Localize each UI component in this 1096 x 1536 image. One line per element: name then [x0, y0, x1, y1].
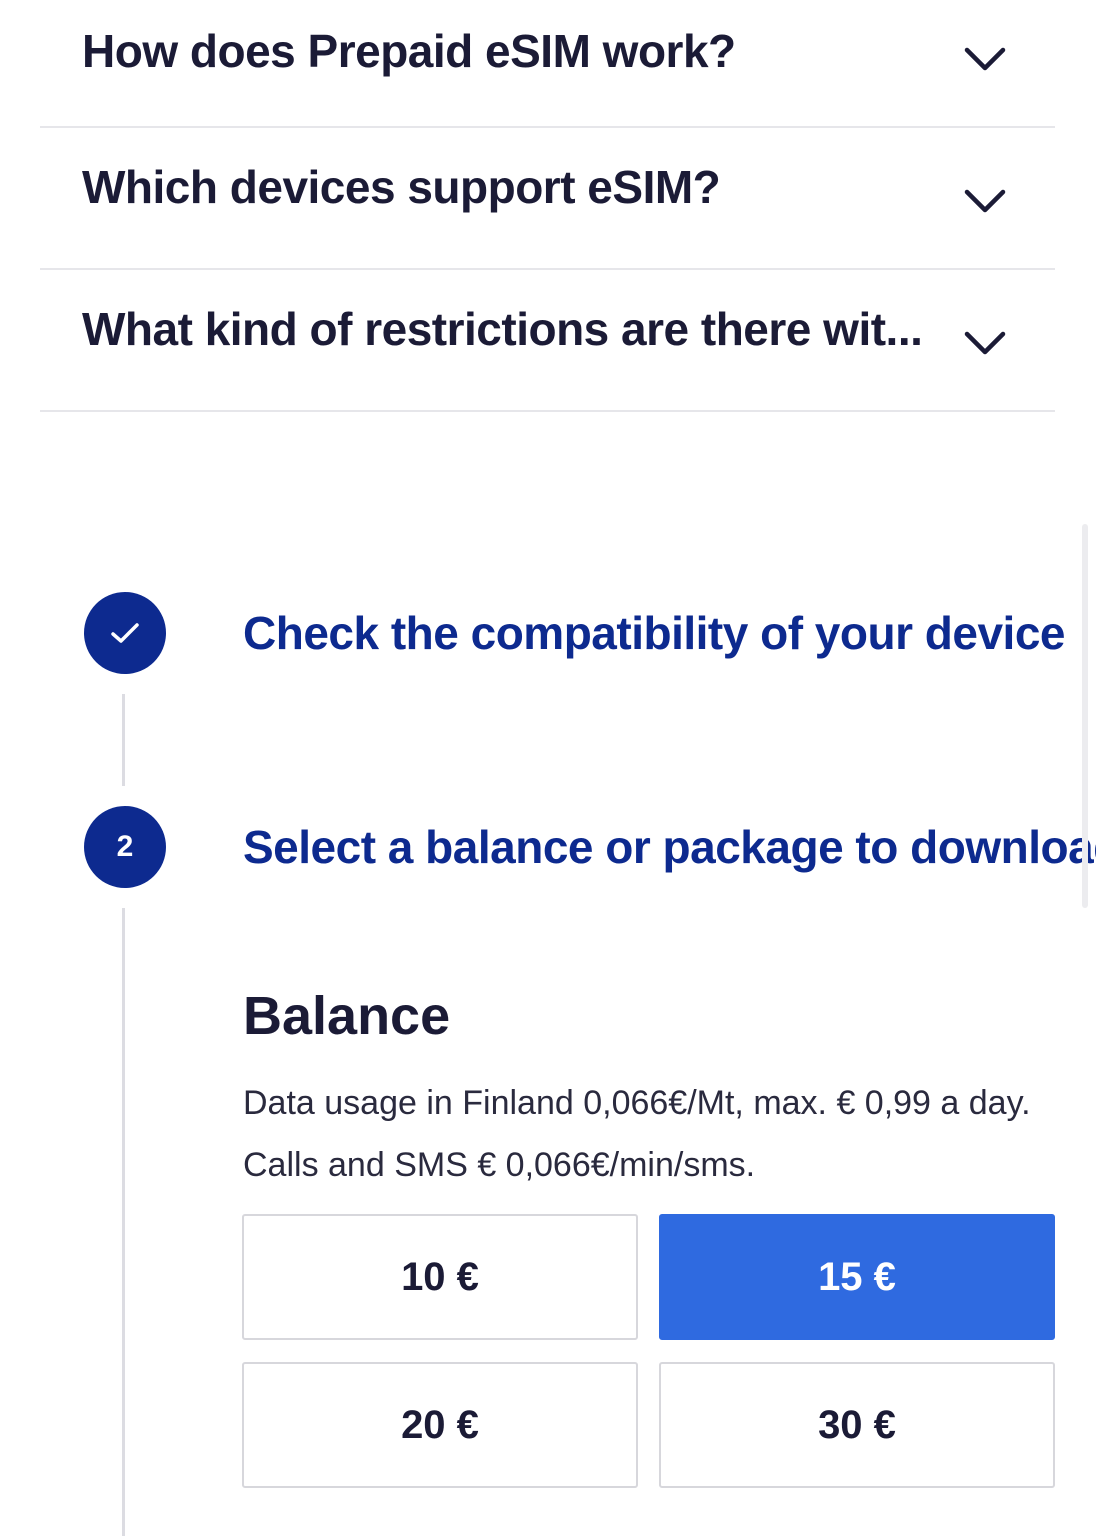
faq-accordion: How does Prepaid eSIM work? Which device… [40, 0, 1055, 412]
step-connector [122, 908, 125, 1536]
balance-option-10[interactable]: 10 € [242, 1214, 638, 1340]
faq-question: Which devices support eSIM? [82, 161, 721, 213]
scrollbar[interactable] [1082, 524, 1088, 908]
step-2-title[interactable]: Select a balance or package to download [243, 820, 1096, 874]
chevron-down-icon[interactable] [963, 186, 1007, 216]
chevron-down-icon[interactable] [963, 328, 1007, 358]
page: How does Prepaid eSIM work? Which device… [0, 0, 1096, 1536]
faq-item-how-it-works[interactable]: How does Prepaid eSIM work? [40, 0, 1055, 128]
faq-question: How does Prepaid eSIM work? [82, 25, 736, 77]
faq-item-restrictions[interactable]: What kind of restrictions are there wit.… [40, 270, 1055, 412]
step-connector [122, 694, 125, 786]
balance-option-20[interactable]: 20 € [242, 1362, 638, 1488]
faq-question: What kind of restrictions are there wit.… [82, 303, 923, 355]
step-1-title[interactable]: Check the compatibility of your device [243, 606, 1065, 660]
balance-option-15-selected[interactable]: 15 € [659, 1214, 1055, 1340]
faq-item-supported-devices[interactable]: Which devices support eSIM? [40, 128, 1055, 270]
chevron-down-icon[interactable] [963, 44, 1007, 74]
balance-heading: Balance [243, 986, 451, 1046]
step-1-complete-marker [84, 592, 166, 674]
checkmark-icon [111, 623, 139, 643]
balance-option-30[interactable]: 30 € [659, 1362, 1055, 1488]
step-2-number-marker: 2 [84, 806, 166, 888]
balance-description: Data usage in Finland 0,066€/Mt, max. € … [243, 1084, 1031, 1184]
